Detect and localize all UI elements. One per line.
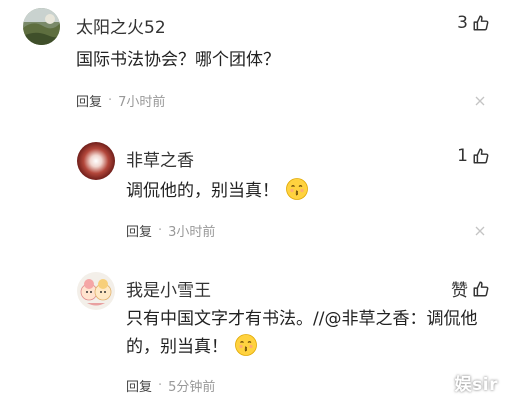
comment-meta: 回复 · 5分钟前 — [126, 376, 215, 395]
timestamp: 3小时前 — [168, 225, 216, 240]
like-button[interactable]: 1 — [457, 146, 490, 166]
like-label: 赞 — [451, 281, 468, 301]
red-orb-avatar[interactable] — [77, 142, 115, 180]
timestamp: 5分钟前 — [168, 380, 216, 395]
comment-text: 调侃他的，别当真！ — [126, 177, 486, 205]
comment-meta: 回复 · 7小时前 — [76, 91, 165, 110]
separator-dot: · — [108, 93, 113, 108]
watermark: 娱sir — [454, 375, 498, 395]
username[interactable]: 我是小雪王 — [126, 276, 211, 301]
like-button[interactable]: 3 — [457, 13, 490, 33]
thumbs-up-icon — [472, 147, 490, 165]
thumbs-up-icon — [472, 14, 490, 32]
thumbs-up-icon — [472, 280, 490, 298]
reply-button[interactable]: 回复 — [76, 91, 102, 110]
comment-text-content: 只有中国文字才有书法。//@非草之香：调侃他的，别当真！ — [126, 309, 478, 357]
landscape-avatar[interactable] — [23, 8, 60, 45]
comment-text: 只有中国文字才有书法。//@非草之香：调侃他的，别当真！ — [126, 306, 496, 361]
close-icon[interactable] — [474, 225, 486, 237]
like-count: 3 — [457, 13, 468, 33]
like-button[interactable]: 赞 — [451, 276, 490, 301]
cartoon-pair-avatar[interactable] — [77, 272, 115, 310]
reply-button[interactable]: 回复 — [126, 376, 152, 395]
timestamp: 7小时前 — [118, 95, 166, 110]
separator-dot: · — [158, 378, 163, 393]
reply-button[interactable]: 回复 — [126, 221, 152, 240]
comment-text: 国际书法协会？哪个团体？ — [76, 50, 280, 70]
username[interactable]: 太阳之火52 — [76, 13, 166, 38]
username[interactable]: 非草之香 — [126, 146, 194, 171]
kissing-face-emoji — [234, 333, 258, 357]
close-icon[interactable] — [474, 95, 486, 107]
like-count: 1 — [457, 146, 468, 166]
comment-text-content: 调侃他的，别当真！ — [126, 181, 279, 201]
separator-dot: · — [158, 223, 163, 238]
comment-meta: 回复 · 3小时前 — [126, 221, 215, 240]
kissing-face-emoji — [285, 177, 309, 201]
